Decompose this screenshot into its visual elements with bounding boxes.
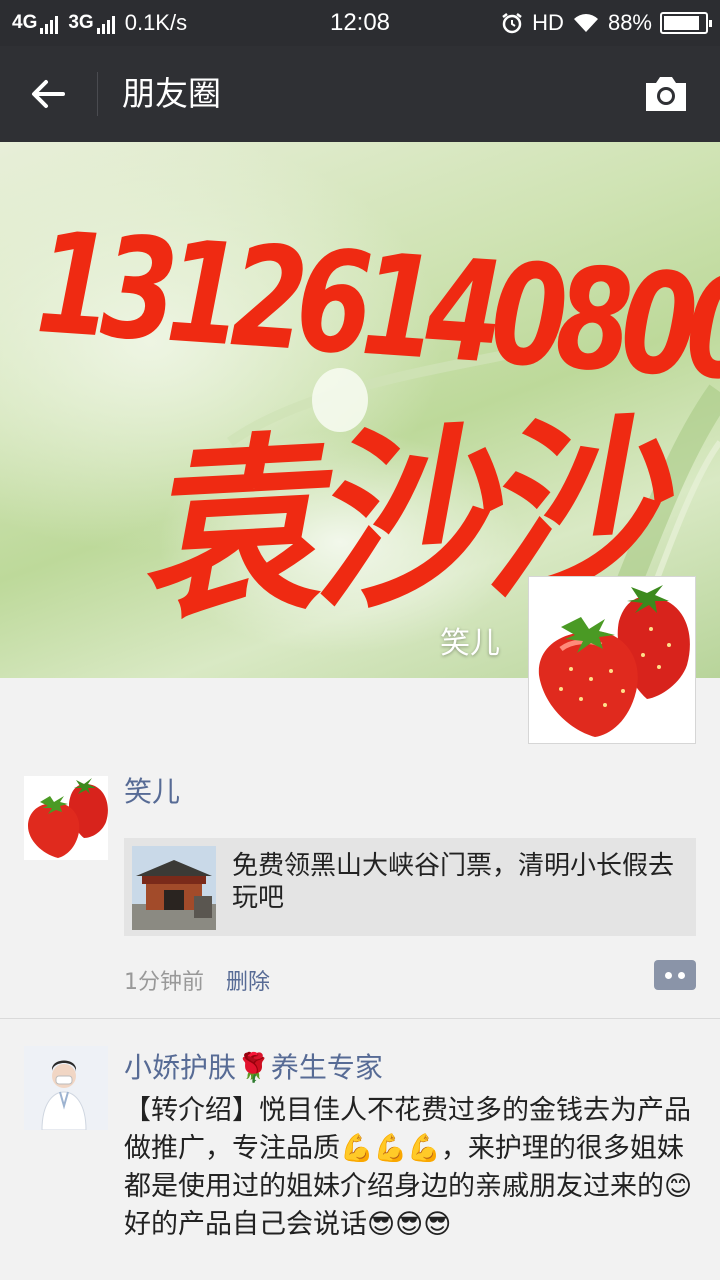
comment-dots-icon <box>665 971 685 979</box>
comment-button[interactable] <box>654 960 696 990</box>
nickname-part1: 小娇护肤 <box>124 1051 237 1084</box>
status-bar: 4G 3G 0.1K/s 12:08 HD 88% <box>0 0 720 46</box>
battery-icon <box>660 12 712 34</box>
post-nickname[interactable]: 笑儿 <box>124 772 180 812</box>
arrow-left-icon <box>32 80 65 108</box>
network-3g-label: 3G <box>68 12 94 33</box>
network-speed: 0.1K/s <box>124 10 188 35</box>
nurse-avatar-image <box>24 1046 108 1130</box>
network-3g: 3G <box>68 12 115 34</box>
page-title: 朋友圈 <box>122 74 221 113</box>
post-nickname[interactable]: 小娇护肤🌹养生专家 <box>124 1048 383 1088</box>
status-left: 4G 3G 0.1K/s <box>12 0 187 46</box>
wifi-icon <box>573 14 598 32</box>
battery-percent: 88% <box>607 10 652 35</box>
network-4g: 4G <box>12 12 59 34</box>
sunglasses-emoji-icon: 😎😎😎 <box>367 1209 452 1240</box>
rose-icon: 🌹 <box>236 1051 271 1084</box>
post-time: 1分钟前 <box>124 970 204 995</box>
moment-post: 小娇护肤🌹养生专家 【转介绍】悦目佳人不花费过多的金钱去为产品做推广，专注品质💪… <box>0 1042 720 1280</box>
shared-link-card[interactable]: 免费领黑山大峡谷门票，清明小长假去玩吧 <box>124 838 696 936</box>
signal-bars-icon <box>96 14 115 34</box>
strawberry-avatar-image <box>531 579 693 741</box>
nickname-part2: 养生专家 <box>270 1051 383 1084</box>
delete-button[interactable]: 删除 <box>226 964 270 996</box>
title-divider <box>97 72 98 116</box>
hd-label: HD <box>532 10 564 35</box>
post-avatar[interactable] <box>24 1046 108 1130</box>
battery-fill <box>664 16 700 30</box>
cover-user-name: 笑儿 <box>440 626 500 661</box>
moment-post: 笑儿 免费领黑山大峡谷门票，清明小长假去玩吧 1分钟前 删除 <box>0 772 720 1018</box>
camera-icon <box>646 77 686 111</box>
camera-button[interactable] <box>640 72 692 116</box>
status-right: HD 88% <box>500 0 712 46</box>
post-avatar[interactable] <box>24 776 108 860</box>
title-bar: 朋友圈 <box>0 46 720 142</box>
link-thumbnail <box>132 846 216 930</box>
post-body: 【转介绍】悦目佳人不花费过多的金钱去为产品做推广，专注品质💪💪💪，来护理的很多姐… <box>124 1092 700 1244</box>
link-title: 免费领黑山大峡谷门票，清明小长假去玩吧 <box>232 851 675 913</box>
gate-thumbnail-image <box>132 846 216 930</box>
alarm-icon <box>502 13 522 34</box>
network-4g-label: 4G <box>12 12 38 33</box>
profile-avatar[interactable] <box>528 576 696 744</box>
strawberry-avatar-image <box>24 776 108 860</box>
muscle-emoji-icon: 💪💪💪 <box>340 1133 441 1164</box>
post-text-part3: 好的产品自己会说话 <box>124 1209 367 1240</box>
post-divider <box>0 1018 720 1019</box>
moments-feed: 笑儿 免费领黑山大峡谷门票，清明小长假去玩吧 1分钟前 删除 小娇护肤🌹养生专家… <box>0 678 720 1280</box>
blush-emoji-icon: 😊 <box>664 1171 693 1202</box>
signal-bars-icon <box>40 14 59 34</box>
post-meta: 1分钟前 删除 <box>124 964 270 996</box>
back-button[interactable] <box>20 68 76 120</box>
